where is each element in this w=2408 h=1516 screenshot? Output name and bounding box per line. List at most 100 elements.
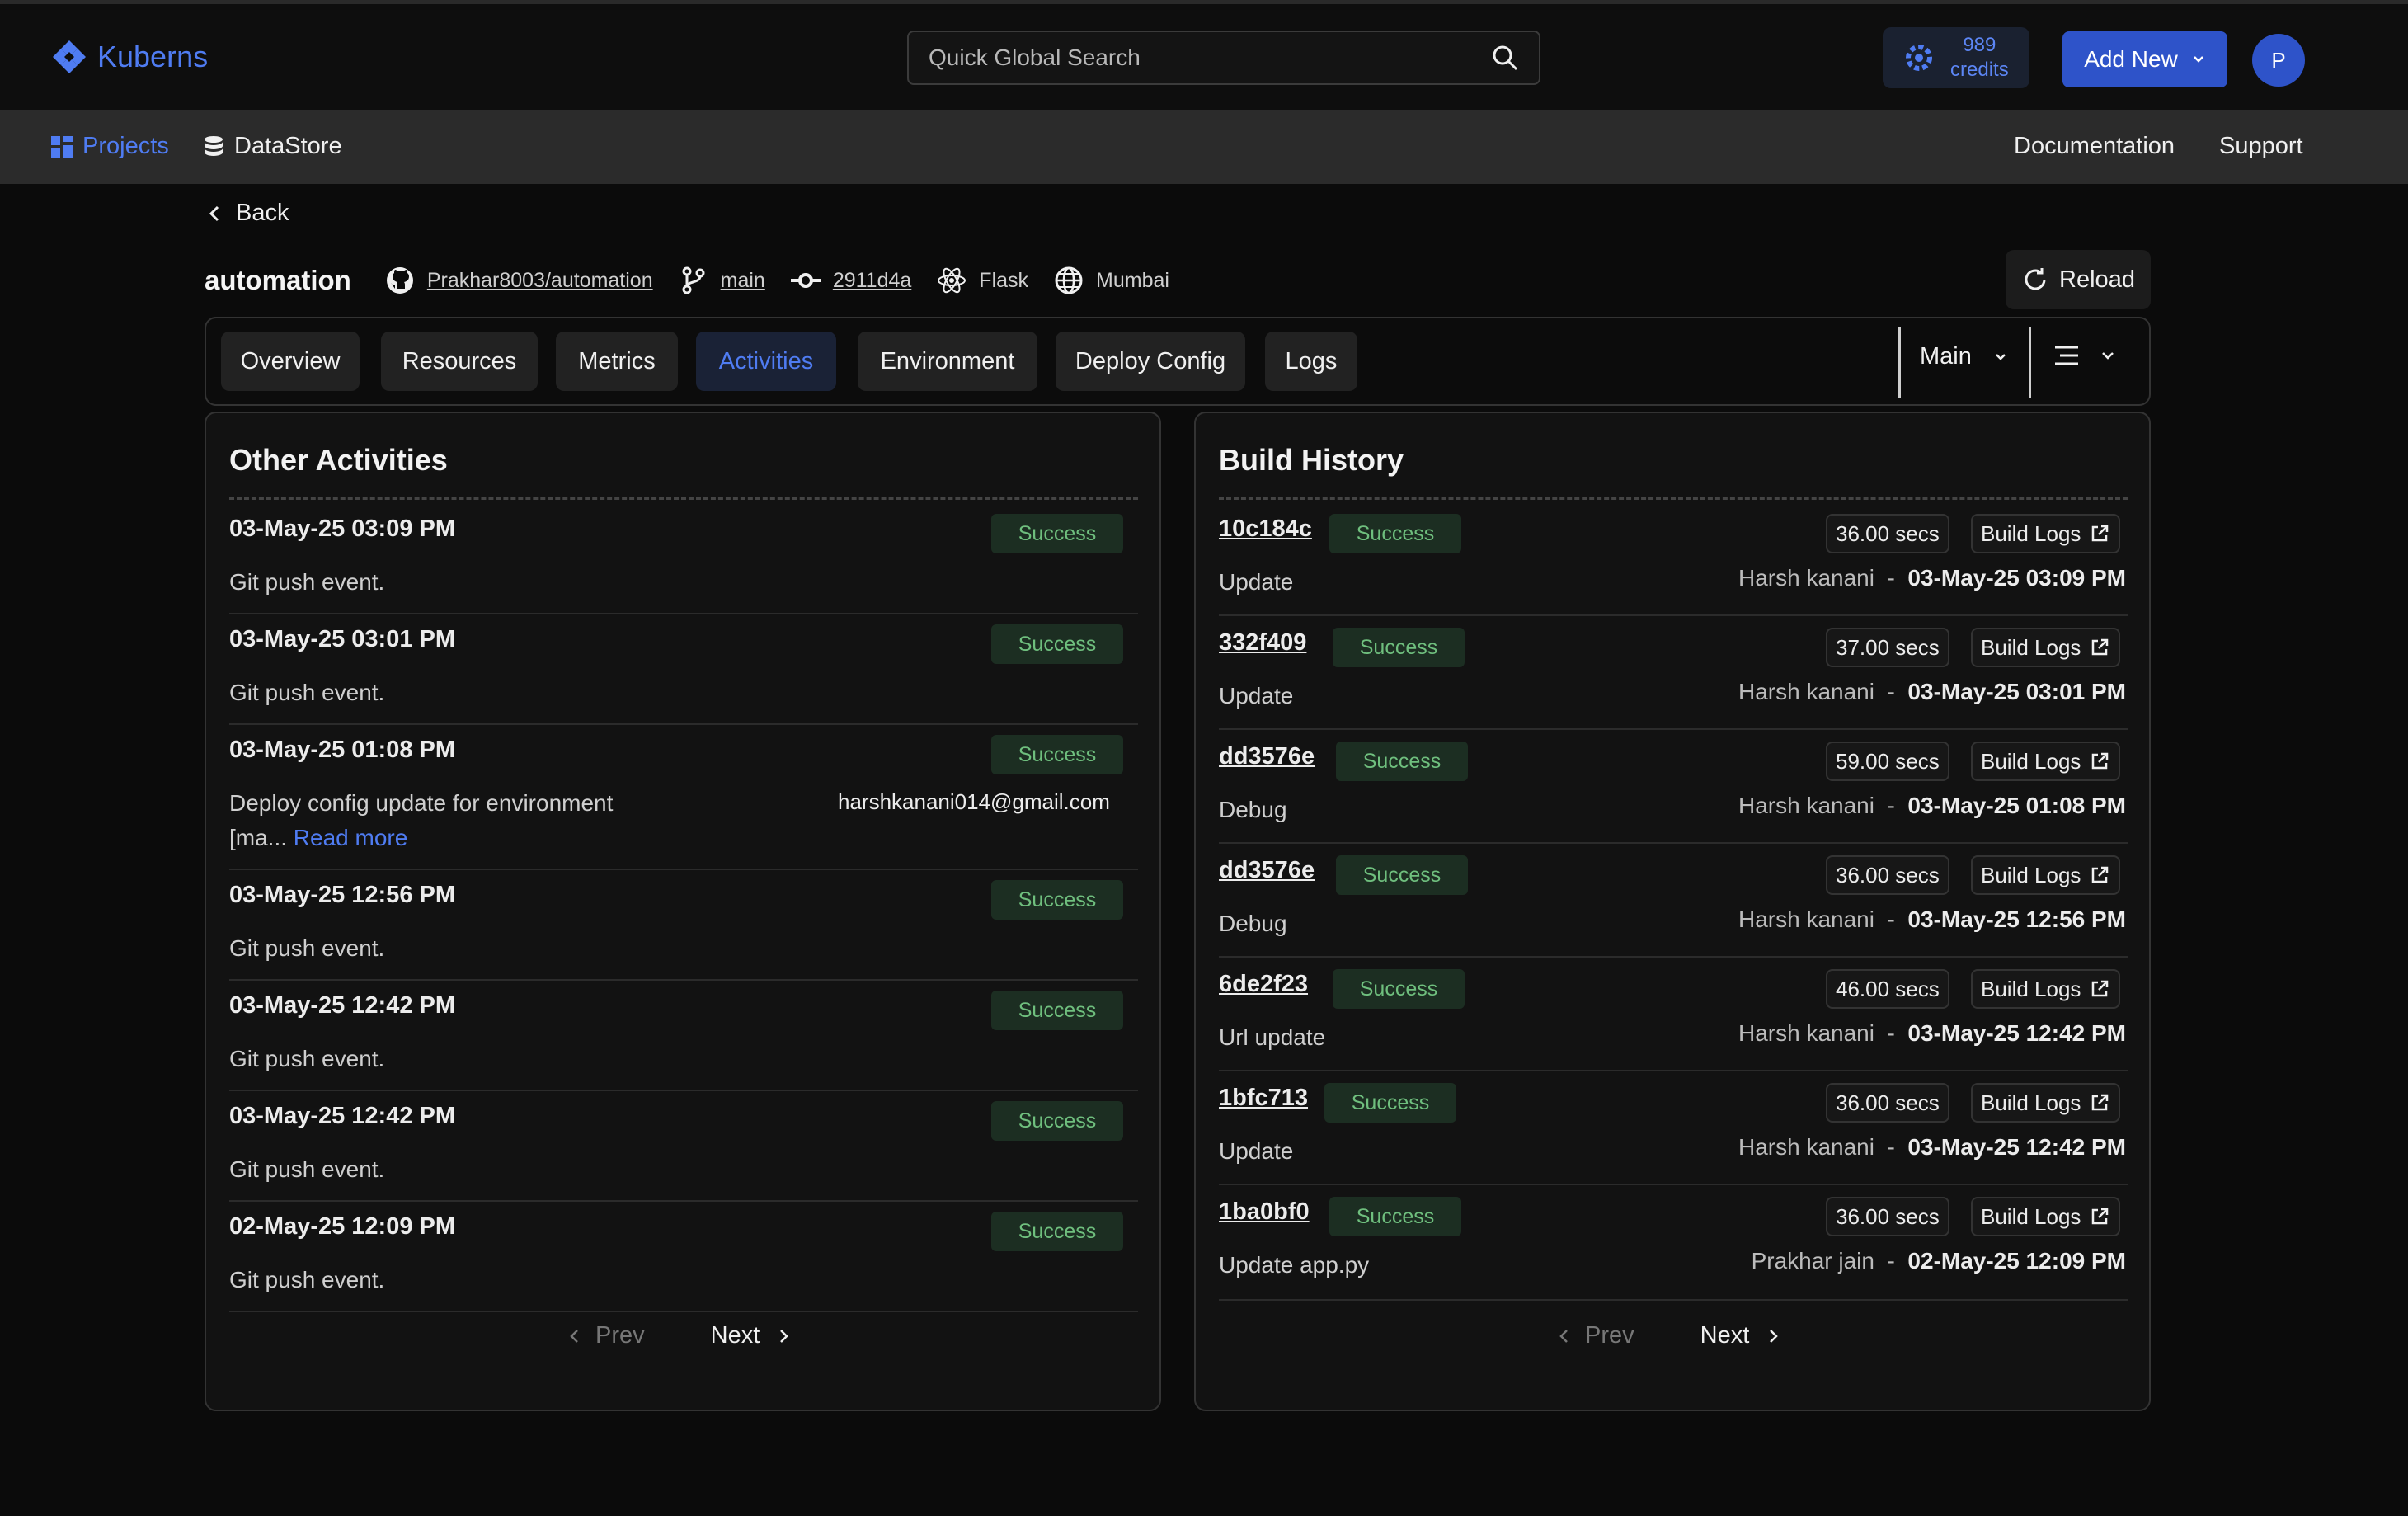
status-badge: Success xyxy=(991,624,1123,664)
divider xyxy=(1219,1184,2128,1185)
tab-metrics[interactable]: Metrics xyxy=(556,332,678,391)
credits-label: credits xyxy=(1950,59,2009,81)
nav-projects[interactable]: Projects xyxy=(49,133,169,160)
build-duration: 37.00 secs xyxy=(1826,628,1949,667)
tab-overview[interactable]: Overview xyxy=(221,332,360,391)
build-logs-button[interactable]: Build Logs xyxy=(1971,855,2121,895)
build-logs-button[interactable]: Build Logs xyxy=(1971,969,2121,1009)
pagination: Prev Next xyxy=(569,1322,789,1349)
tab-logs[interactable]: Logs xyxy=(1265,332,1357,391)
activity-description-line: Deploy config update for environment xyxy=(229,790,614,816)
prev-page-button[interactable]: Prev xyxy=(569,1322,645,1349)
read-more-link[interactable]: Read more xyxy=(294,825,408,850)
activity-description: Git push event. xyxy=(229,569,385,595)
build-author: Harsh kanani xyxy=(1738,565,1874,591)
prev-page-button[interactable]: Prev xyxy=(1559,1322,1634,1349)
nav-documentation[interactable]: Documentation xyxy=(2014,133,2175,160)
status-badge: Success xyxy=(1329,514,1461,553)
build-author: Harsh kanani xyxy=(1738,1020,1874,1046)
gear-icon xyxy=(1906,45,1932,71)
external-link-icon xyxy=(2092,866,2109,883)
build-author-date: Prakhar jain - 02-May-25 12:09 PM xyxy=(1751,1248,2126,1274)
chevron-right-icon xyxy=(780,1329,789,1343)
activity-description: Deploy config update for environment [ma… xyxy=(229,786,691,855)
build-logs-button[interactable]: Build Logs xyxy=(1971,1197,2121,1236)
add-new-button[interactable]: Add New xyxy=(2062,31,2227,87)
external-link-icon xyxy=(2092,980,2109,997)
pagination: Prev Next xyxy=(1559,1322,1779,1349)
build-duration: 36.00 secs xyxy=(1826,1197,1949,1236)
external-link-icon xyxy=(2092,525,2109,542)
activity-date: 03-May-25 12:42 PM xyxy=(229,1103,456,1129)
app-logo[interactable]: Kuberns xyxy=(51,39,208,75)
build-date: 03-May-25 03:09 PM xyxy=(1907,565,2126,591)
secondary-nav: Projects DataStore Documentation Support xyxy=(0,110,2408,184)
activity-description: Git push event. xyxy=(229,1267,385,1292)
nav-support[interactable]: Support xyxy=(2219,133,2303,160)
build-message: Debug xyxy=(1219,797,1287,822)
build-author: Harsh kanani xyxy=(1738,793,1874,818)
refresh-icon xyxy=(2025,268,2046,290)
credits-badge[interactable]: 989 credits xyxy=(1883,27,2029,88)
prev-label: Prev xyxy=(595,1322,645,1349)
framework-name: Flask xyxy=(979,268,1029,292)
build-logs-button[interactable]: Build Logs xyxy=(1971,742,2121,781)
top-header: Kuberns Quick Global Search 989 credits … xyxy=(0,4,2408,110)
build-logs-button[interactable]: Build Logs xyxy=(1971,514,2121,553)
status-badge: Success xyxy=(991,1212,1123,1251)
chevron-left-icon xyxy=(570,1329,578,1343)
commit-link[interactable]: 2911d4a xyxy=(790,265,911,296)
global-search-input[interactable]: Quick Global Search xyxy=(907,31,1540,85)
build-author-date: Harsh kanani - 03-May-25 03:01 PM xyxy=(1738,679,2126,704)
build-commit-link[interactable]: 1bfc713 xyxy=(1219,1085,1308,1112)
tab-environment[interactable]: Environment xyxy=(858,332,1037,391)
region-name: Mumbai xyxy=(1096,268,1169,292)
next-page-button[interactable]: Next xyxy=(711,1322,790,1349)
build-commit-link[interactable]: dd3576e xyxy=(1219,857,1315,884)
nav-datastore[interactable]: DataStore xyxy=(201,133,342,160)
search-icon[interactable] xyxy=(1491,44,1519,72)
build-commit-link[interactable]: dd3576e xyxy=(1219,743,1315,770)
status-badge: Success xyxy=(991,880,1123,920)
divider xyxy=(229,723,1138,725)
build-author: Harsh kanani xyxy=(1738,906,1874,932)
build-logs-button[interactable]: Build Logs xyxy=(1971,628,2121,667)
build-logs-label: Build Logs xyxy=(1981,976,2081,1001)
build-commit-link[interactable]: 1ba0bf0 xyxy=(1219,1198,1310,1226)
divider xyxy=(229,497,1138,500)
external-link-icon xyxy=(2092,752,2109,770)
build-duration: 36.00 secs xyxy=(1826,855,1949,895)
build-commit-link[interactable]: 332f409 xyxy=(1219,629,1306,657)
build-commit-link[interactable]: 6de2f23 xyxy=(1219,971,1308,998)
back-link[interactable]: Back xyxy=(208,200,289,227)
build-author-date: Harsh kanani - 03-May-25 12:42 PM xyxy=(1738,1020,2126,1046)
build-logs-button[interactable]: Build Logs xyxy=(1971,1083,2121,1123)
build-commit-link[interactable]: 10c184c xyxy=(1219,516,1312,543)
build-message: Update xyxy=(1219,1138,1294,1164)
divider xyxy=(1219,614,2128,616)
build-date: 03-May-25 12:56 PM xyxy=(1907,906,2126,932)
tab-activities[interactable]: Activities xyxy=(696,332,836,391)
divider xyxy=(1219,1299,2128,1301)
build-history-panel: Build History 10c184c Success 36.00 secs… xyxy=(1194,412,2151,1411)
search-placeholder: Quick Global Search xyxy=(929,45,1141,70)
user-avatar[interactable]: P xyxy=(2252,34,2305,87)
tab-resources[interactable]: Resources xyxy=(381,332,538,391)
environment-select[interactable]: Main xyxy=(1920,343,2008,370)
activity-date: 03-May-25 12:42 PM xyxy=(229,992,456,1019)
next-page-button[interactable]: Next xyxy=(1700,1322,1780,1349)
build-message: Url update xyxy=(1219,1024,1326,1050)
tab-deploy-config[interactable]: Deploy Config xyxy=(1056,332,1245,391)
build-author-date: Harsh kanani - 03-May-25 12:56 PM xyxy=(1738,906,2126,932)
branch-link[interactable]: main xyxy=(678,265,765,296)
credits-amount: 989 xyxy=(1963,34,1996,56)
view-menu-button[interactable] xyxy=(2053,343,2116,368)
divider xyxy=(1898,327,1901,398)
repo-link[interactable]: Prakhar8003/automation xyxy=(384,265,653,296)
chevron-left-icon xyxy=(1559,1329,1568,1343)
reload-button[interactable]: Reload xyxy=(2006,250,2151,309)
globe-icon xyxy=(1055,266,1083,294)
status-badge: Success xyxy=(1333,969,1465,1009)
activity-date: 02-May-25 12:09 PM xyxy=(229,1213,456,1240)
other-activities-title: Other Activities xyxy=(229,443,448,477)
